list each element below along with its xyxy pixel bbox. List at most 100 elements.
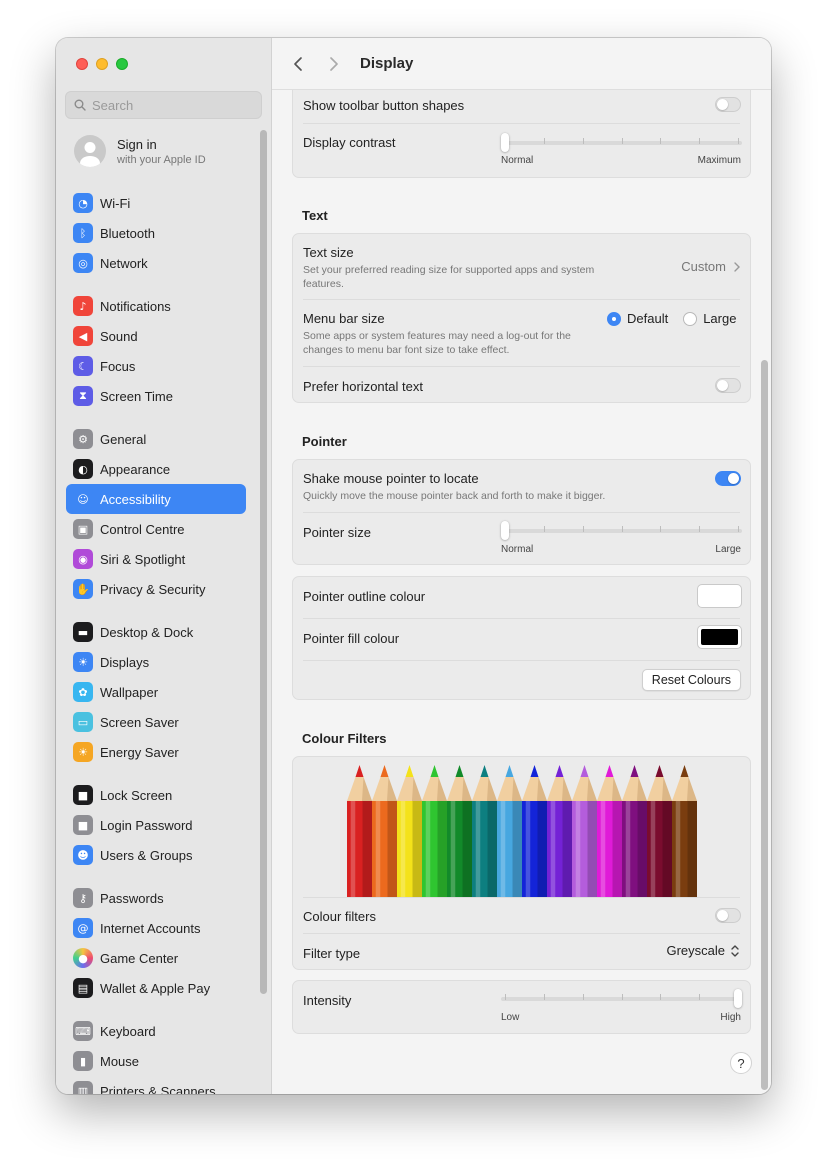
sidebar-item-sound[interactable]: ◀ Sound [66,321,246,351]
sidebar-item-users-groups[interactable]: ☻ Users & Groups [66,840,246,870]
outline-colour-label: Pointer outline colour [303,589,426,604]
sidebar-item-label: Privacy & Security [100,581,206,597]
sidebar-item-wallet-apple-pay[interactable]: ▤ Wallet & Apple Pay [66,973,246,1003]
sidebar-item-wi-fi[interactable]: ◔ Wi-Fi [66,188,246,218]
search-input[interactable] [92,97,242,113]
pointer-card: Shake mouse pointer to locate Quickly mo… [292,459,751,565]
text-size-value-link[interactable]: Custom [681,259,740,274]
reset-colours-button[interactable]: Reset Colours [641,669,741,691]
sidebar-item-passwords[interactable]: ⚷ Passwords [66,883,246,913]
sidebar-item-wallpaper[interactable]: ✿ Wallpaper [66,677,246,707]
close-button[interactable] [76,58,88,70]
sidebar-item-label: Siri & Spotlight [100,551,186,567]
menu-bar-default-radio[interactable]: Default [607,311,668,326]
at-icon: @ [73,918,93,938]
sidebar-item-siri-spotlight[interactable]: ◉ Siri & Spotlight [66,544,246,574]
pencil-graphic [522,765,547,897]
sidebar-item-energy-saver[interactable]: ☀ Energy Saver [66,737,246,767]
contrast-min-label: Normal [501,155,534,166]
pencil-graphic [472,765,497,897]
sidebar-item-lock-screen[interactable]: ■ Lock Screen [66,780,246,810]
outline-colour-well[interactable] [697,584,742,608]
filter-type-label: Filter type [303,946,361,961]
search-icon [74,99,86,111]
sidebar-item-label: Users & Groups [100,847,193,863]
toolbar-shapes-label: Show toolbar button shapes [303,98,465,113]
sidebar-item-label: Game Center [100,950,179,966]
horizontal-text-toggle[interactable] [715,378,741,393]
filter-type-select[interactable]: Greyscale [666,943,740,958]
help-button[interactable]: ? [730,1052,752,1074]
sidebar-item-general[interactable]: ⚙ General [66,424,246,454]
sidebar-item-screen-time[interactable]: ⧗ Screen Time [66,381,246,411]
text-size-row[interactable]: Text size Set your preferred reading siz… [303,245,740,291]
main-scrollbar[interactable] [761,360,768,1090]
sidebar-item-game-center[interactable]: ● Game Center [66,943,246,973]
sidebar-item-label: Keyboard [100,1023,156,1039]
forward-button[interactable] [320,50,348,78]
sidebar-item-internet-accounts[interactable]: @ Internet Accounts [66,913,246,943]
apple-id-signin[interactable]: Sign in with your Apple ID [74,135,206,167]
sidebar-item-keyboard[interactable]: ⌨ Keyboard [66,1016,246,1046]
sidebar-item-label: Wi-Fi [100,195,131,211]
toolbar-shapes-toggle[interactable] [715,97,741,112]
pointer-size-label: Pointer size [303,525,371,540]
sidebar-item-label: Wallpaper [100,684,159,700]
intensity-slider[interactable] [501,989,742,1011]
sidebar-item-appearance[interactable]: ◐ Appearance [66,454,246,484]
sidebar-item-screen-saver[interactable]: ▭ Screen Saver [66,707,246,737]
contrast-slider[interactable] [501,133,742,155]
sidebar-item-printers-scanners[interactable]: ▥ Printers & Scanners [66,1076,246,1094]
sidebar-item-focus[interactable]: ☾ Focus [66,351,246,381]
globe-icon: ◎ [73,253,93,273]
lock-icon: ■ [73,815,93,835]
sun-icon: ☀ [73,652,93,672]
sidebar-item-displays[interactable]: ☀ Displays [66,647,246,677]
sidebar-item-notifications[interactable]: ♪ Notifications [66,291,246,321]
search-field[interactable] [65,91,262,119]
flower-icon: ✿ [73,682,93,702]
pencil-graphic [647,765,672,897]
zoom-button[interactable] [116,58,128,70]
sidebar-item-label: Sound [100,328,138,344]
shake-toggle[interactable] [715,471,741,486]
page-title: Display [360,55,414,72]
colour-filter-preview-image [347,765,697,897]
game-center-icon: ● [73,948,93,968]
key-icon: ⚷ [73,888,93,908]
sidebar-item-mouse[interactable]: ▮ Mouse [66,1046,246,1076]
menu-bar-large-radio[interactable]: Large [683,311,736,326]
sidebar-item-bluetooth[interactable]: ᛒ Bluetooth [66,218,246,248]
sidebar-item-desktop-dock[interactable]: ▬ Desktop & Dock [66,617,246,647]
horizontal-text-label: Prefer horizontal text [303,379,423,394]
intensity-max-label: High [720,1012,741,1023]
sidebar-item-control-centre[interactable]: ▣ Control Centre [66,514,246,544]
fill-colour-well[interactable] [697,625,742,649]
sidebar-item-label: Printers & Scanners [100,1083,216,1095]
pointer-size-slider[interactable] [501,521,742,543]
lock-icon: ■ [73,785,93,805]
back-button[interactable] [284,50,312,78]
sidebar-item-login-password[interactable]: ■ Login Password [66,810,246,840]
colour-filters-card: Colour filters Filter type Greyscale [292,756,751,970]
filter-type-value: Greyscale [666,943,725,958]
sidebar-item-label: Notifications [100,298,171,314]
pencil-graphic [497,765,522,897]
sidebar-scrollbar[interactable] [260,130,267,994]
pointer-section-title: Pointer [302,434,347,449]
printer-icon: ▥ [73,1081,93,1094]
minimize-button[interactable] [96,58,108,70]
sidebar-item-accessibility[interactable]: ☺ Accessibility [66,484,246,514]
radio-label-default: Default [627,311,669,326]
fill-colour-label: Pointer fill colour [303,631,400,646]
colour-filters-toggle[interactable] [715,908,741,923]
sidebar-item-label: Desktop & Dock [100,624,194,640]
sidebar-item-privacy-security[interactable]: ✋ Privacy & Security [66,574,246,604]
sidebar-item-network[interactable]: ◎ Network [66,248,246,278]
shake-label: Shake mouse pointer to locate [303,471,479,486]
users-icon: ☻ [73,845,93,865]
sidebar-item-label: Screen Time [100,388,173,404]
avatar [74,135,106,167]
sidebar: Sign in with your Apple ID ◔ Wi-Fi ᛒ Blueto… [56,38,272,1094]
signin-subtitle: with your Apple ID [117,153,206,166]
